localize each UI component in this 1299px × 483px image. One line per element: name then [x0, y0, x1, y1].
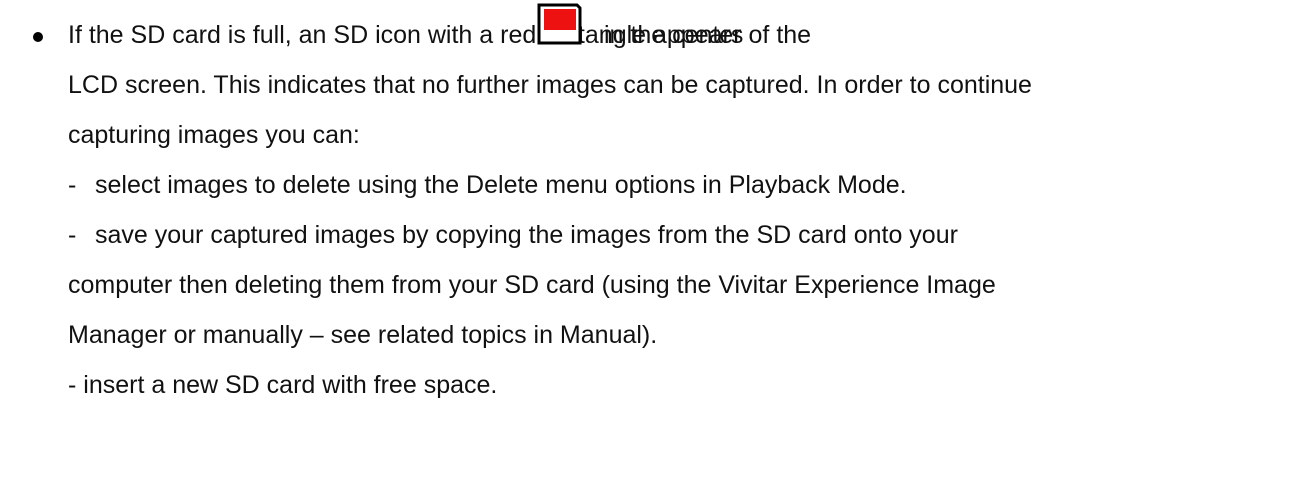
- option-3-text: - insert a new SD card with free space.: [68, 371, 498, 399]
- option-2-dash: -: [68, 221, 77, 249]
- bullet-line-3: capturing images you can:: [68, 121, 360, 149]
- option-2-line-2: computer then deleting them from your SD…: [68, 271, 996, 299]
- option-2-line-1: save your captured images by copying the…: [95, 221, 958, 249]
- option-1-dash: -: [68, 171, 77, 199]
- sd-card-full-icon: [537, 3, 582, 45]
- bullet-line-2: LCD screen. This indicates that no furth…: [68, 71, 1032, 99]
- bullet-line-1b: in the center of the: [604, 21, 812, 49]
- option-2-line-3: Manager or manually – see related topics…: [68, 321, 658, 349]
- bullet-dot: [33, 32, 43, 42]
- option-1-text: select images to delete using the Delete…: [95, 171, 907, 199]
